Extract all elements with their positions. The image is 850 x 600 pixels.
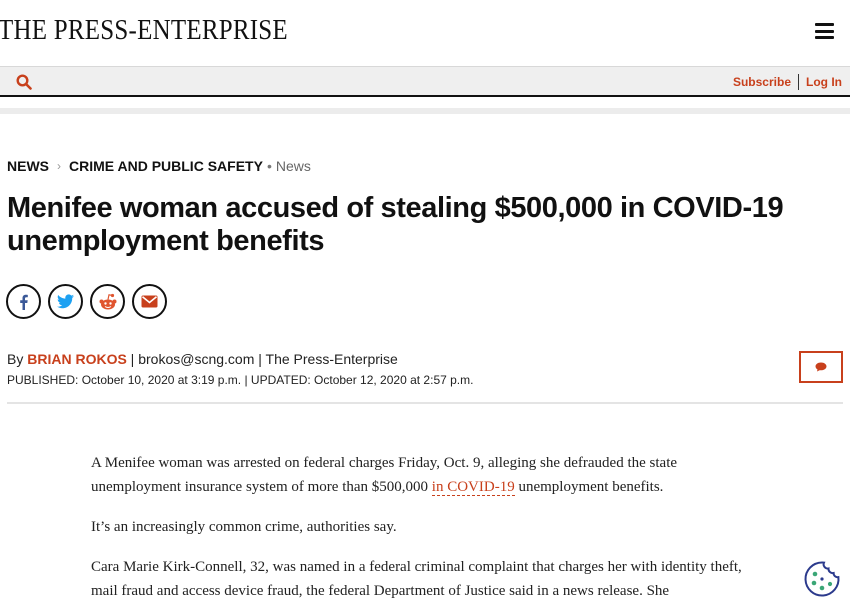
facebook-share-button[interactable] bbox=[6, 284, 41, 319]
bullet-separator: • bbox=[266, 158, 272, 174]
byline-details: | brokos@scng.com | The Press-Enterprise bbox=[126, 351, 398, 367]
byline-prefix: By bbox=[7, 351, 28, 367]
article-paragraph-3: Cara Marie Kirk-Connell, 32, was named i… bbox=[91, 559, 742, 599]
facebook-icon bbox=[19, 294, 28, 310]
breadcrumb-subsection[interactable]: CRIME AND PUBLIC SAFETY bbox=[69, 158, 263, 174]
twitter-share-button[interactable] bbox=[48, 284, 83, 319]
email-icon bbox=[141, 295, 158, 308]
chevron-right-icon: › bbox=[57, 159, 61, 173]
breadcrumb-section-news[interactable]: NEWS bbox=[7, 158, 49, 174]
reddit-share-button[interactable] bbox=[90, 284, 125, 319]
comment-icon bbox=[815, 362, 827, 372]
article-paragraph-2: It’s an increasingly common crime, autho… bbox=[91, 519, 397, 535]
subscribe-link[interactable]: Subscribe bbox=[733, 75, 791, 89]
account-links: Subscribe Log In bbox=[733, 74, 842, 90]
reddit-icon bbox=[99, 293, 116, 309]
divider-line bbox=[7, 402, 843, 404]
cookie-settings-icon[interactable] bbox=[803, 560, 841, 598]
article-paragraph-1: A Menifee woman was arrested on federal … bbox=[91, 455, 678, 496]
publish-dates: PUBLISHED: October 10, 2020 at 3:19 p.m.… bbox=[7, 373, 474, 387]
email-share-button[interactable] bbox=[132, 284, 167, 319]
header-divider-stripe bbox=[0, 108, 850, 114]
breadcrumb: NEWS › CRIME AND PUBLIC SAFETY • News bbox=[7, 158, 311, 174]
utility-bar: Subscribe Log In bbox=[0, 66, 850, 97]
covid-19-topic-link[interactable]: in COVID-19 bbox=[431, 479, 515, 496]
article-body: A Menifee woman was arrested on federal … bbox=[91, 451, 761, 600]
twitter-icon bbox=[57, 294, 74, 309]
author-link[interactable]: BRIAN ROKOS bbox=[27, 351, 127, 367]
share-buttons bbox=[6, 284, 167, 319]
divider bbox=[798, 74, 799, 90]
site-logo[interactable]: THE PRESS-ENTERPRISE bbox=[0, 14, 288, 47]
hamburger-menu-icon[interactable] bbox=[815, 23, 834, 39]
masthead: THE PRESS-ENTERPRISE bbox=[0, 0, 850, 66]
article-headline: Menifee woman accused of stealing $500,0… bbox=[7, 192, 784, 257]
search-icon[interactable] bbox=[16, 74, 32, 90]
byline: By BRIAN ROKOS | brokos@scng.com | The P… bbox=[7, 351, 398, 367]
breadcrumb-tag[interactable]: News bbox=[276, 158, 311, 174]
login-link[interactable]: Log In bbox=[806, 75, 842, 89]
comments-button[interactable] bbox=[799, 351, 843, 383]
